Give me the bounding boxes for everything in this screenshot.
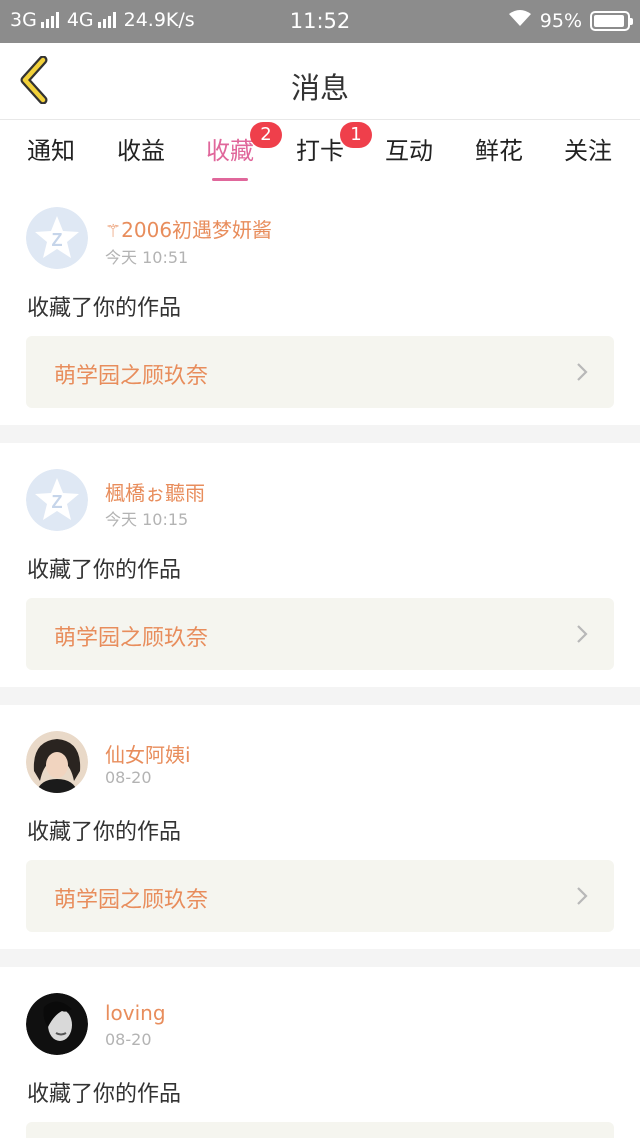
star-avatar-icon: Z [26, 207, 88, 269]
tab-favorites[interactable]: 收藏 2 [190, 122, 282, 181]
tab-flowers[interactable]: 鲜花 [459, 131, 539, 166]
work-link-card[interactable]: 萌学园之顾玖奈 [26, 336, 614, 408]
work-title: 萌学园之顾玖奈 [54, 888, 209, 913]
tab-label: 收益 [117, 137, 165, 165]
message-text: 收藏了你的作品 [27, 820, 182, 845]
tab-label: 打卡 [296, 137, 344, 165]
decoration-icon: ⚚ [105, 221, 122, 242]
status-right: 95% [508, 9, 633, 32]
username[interactable]: 楓橋ぉ聽雨 [105, 477, 205, 506]
work-link-card[interactable] [26, 1122, 614, 1138]
divider [0, 425, 640, 443]
timestamp: 08-20 [105, 768, 152, 787]
svg-text:Z: Z [52, 492, 63, 512]
app-header: 消息 [0, 43, 640, 120]
username[interactable]: loving [105, 1001, 166, 1025]
chevron-right-icon [576, 362, 588, 386]
work-title: 萌学园之顾玖奈 [54, 364, 209, 389]
star-avatar-icon: Z [26, 469, 88, 531]
tab-notifications[interactable]: 通知 [11, 131, 91, 166]
photo-avatar-icon [26, 731, 88, 793]
page-title: 消息 [290, 71, 349, 105]
message-text: 收藏了你的作品 [27, 296, 182, 321]
battery-icon [590, 10, 633, 31]
chevron-right-icon [576, 886, 588, 910]
tab-label: 关注 [564, 137, 612, 165]
svg-text:Z: Z [52, 230, 63, 250]
tab-label: 互动 [385, 137, 433, 165]
wifi-icon [508, 9, 532, 32]
divider [0, 687, 640, 705]
message-text: 收藏了你的作品 [27, 1082, 182, 1107]
tab-label: 通知 [27, 137, 75, 165]
tab-bar: 通知 收益 收藏 2 打卡 1 互动 鲜花 关注 [0, 121, 640, 181]
chevron-right-icon [576, 624, 588, 648]
tab-label: 鲜花 [475, 137, 523, 165]
avatar[interactable] [26, 731, 88, 793]
username[interactable]: 仙女阿姨i [105, 739, 191, 768]
username[interactable]: ⚚2006初遇梦妍酱 [105, 214, 272, 243]
unread-badge: 2 [250, 122, 282, 148]
timestamp: 今天 10:51 [105, 248, 189, 267]
tab-earnings[interactable]: 收益 [101, 131, 181, 166]
battery-percent: 95% [539, 9, 582, 32]
tab-checkin[interactable]: 打卡 1 [280, 122, 372, 166]
avatar[interactable]: Z [26, 469, 88, 531]
photo-avatar-icon [26, 993, 88, 1055]
status-bar: 3G 4G 24.9K/s 11:52 95% [0, 0, 640, 43]
active-tab-indicator [212, 178, 248, 181]
timestamp: 08-20 [105, 1030, 152, 1049]
work-link-card[interactable]: 萌学园之顾玖奈 [26, 598, 614, 670]
work-title: 萌学园之顾玖奈 [54, 626, 209, 651]
tab-interaction[interactable]: 互动 [369, 131, 449, 166]
work-link-card[interactable]: 萌学园之顾玖奈 [26, 860, 614, 932]
unread-badge: 1 [340, 122, 372, 148]
divider [0, 949, 640, 967]
tab-follow[interactable]: 关注 [548, 131, 628, 166]
message-text: 收藏了你的作品 [27, 558, 182, 583]
timestamp: 今天 10:15 [105, 510, 189, 529]
tab-label: 收藏 [206, 137, 254, 165]
avatar[interactable] [26, 993, 88, 1055]
avatar[interactable]: Z [26, 207, 88, 269]
